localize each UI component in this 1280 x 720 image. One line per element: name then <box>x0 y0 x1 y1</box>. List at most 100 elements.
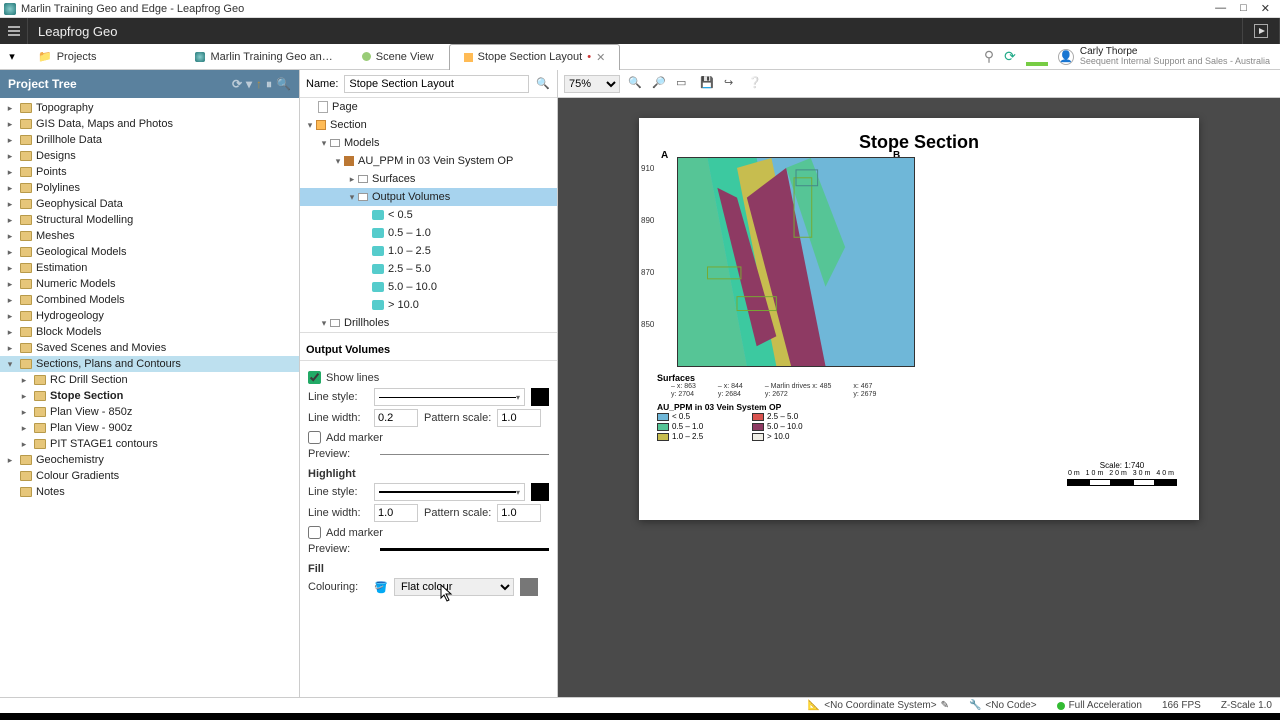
highlight-add-marker-checkbox[interactable]: Add marker <box>308 526 549 539</box>
tab-scene-view[interactable]: Scene View <box>348 44 449 70</box>
tree-item[interactable]: Notes <box>0 484 299 500</box>
tree-item[interactable]: ▸Structural Modelling <box>0 212 299 228</box>
zoom-out-icon[interactable]: 🔎 <box>652 76 668 92</box>
highlight-pattern-scale-input[interactable] <box>497 504 541 522</box>
chevron-icon[interactable]: ▸ <box>18 407 30 418</box>
outline-volume-item[interactable]: 2.5 – 5.0 <box>300 260 557 278</box>
tree-item[interactable]: ▸PIT STAGE1 contours <box>0 436 299 452</box>
colouring-select[interactable]: Flat colour <box>394 578 514 596</box>
tree-item[interactable]: ▸Geophysical Data <box>0 196 299 212</box>
project-tree[interactable]: ▸Topography▸GIS Data, Maps and Photos▸Dr… <box>0 98 299 697</box>
status-coord-system[interactable]: 📐<No Coordinate System>✎ <box>808 700 949 711</box>
tree-item[interactable]: ▸Drillhole Data <box>0 132 299 148</box>
line-width-input[interactable] <box>374 409 418 427</box>
search-icon[interactable]: 🔍 <box>535 76 551 92</box>
chevron-icon[interactable]: ▸ <box>4 119 16 130</box>
tree-item[interactable]: ▸Geochemistry <box>0 452 299 468</box>
status-zscale[interactable]: Z-Scale 1.0 <box>1221 700 1272 711</box>
chevron-icon[interactable]: ▸ <box>4 247 16 258</box>
tree-item[interactable]: ▸Numeric Models <box>0 276 299 292</box>
fit-icon[interactable]: ▭ <box>676 76 692 92</box>
refresh-icon[interactable]: ⟳ <box>232 77 242 91</box>
tree-item[interactable]: ▸Meshes <box>0 228 299 244</box>
outline-drillholes[interactable]: Drillholes <box>344 317 389 329</box>
hamburger-menu-button[interactable] <box>0 18 28 44</box>
play-button[interactable] <box>1242 18 1280 44</box>
fill-colour-swatch[interactable] <box>520 578 538 596</box>
tree-item[interactable]: ▸RC Drill Section <box>0 372 299 388</box>
chevron-icon[interactable]: ▸ <box>4 279 16 290</box>
zoom-in-icon[interactable]: 🔍 <box>628 76 644 92</box>
tree-item[interactable]: ▾Sections, Plans and Contours <box>0 356 299 372</box>
chevron-icon[interactable]: ▸ <box>18 375 30 386</box>
chevron-icon[interactable]: ▸ <box>4 263 16 274</box>
status-code[interactable]: 🔧<No Code> <box>969 700 1037 711</box>
outline-output-volumes[interactable]: ▾Output Volumes <box>300 188 557 206</box>
highlight-line-style-select[interactable]: ▾ <box>374 483 525 501</box>
outline-volume-item[interactable]: < 0.5 <box>300 206 557 224</box>
save-icon[interactable]: 💾 <box>700 76 716 92</box>
outline-surfaces[interactable]: Surfaces <box>372 173 415 185</box>
user-chip[interactable]: 👤 Carly Thorpe Seequent Internal Support… <box>1058 47 1270 67</box>
outline-au-model[interactable]: AU_PPM in 03 Vein System OP <box>358 155 513 167</box>
highlight-colour-swatch[interactable] <box>531 483 549 501</box>
tree-item[interactable]: ▸Combined Models <box>0 292 299 308</box>
tree-item[interactable]: ▸Estimation <box>0 260 299 276</box>
tree-item[interactable]: ▸Plan View - 900z <box>0 420 299 436</box>
outline-volume-item[interactable]: > 10.0 <box>300 296 557 314</box>
line-colour-swatch[interactable] <box>531 388 549 406</box>
pattern-scale-input[interactable] <box>497 409 541 427</box>
layout-outline[interactable]: Page ▾Section ▾Models ▾AU_PPM in 03 Vein… <box>300 98 557 340</box>
window-close-icon[interactable]: ✕ <box>1261 2 1270 15</box>
outline-models[interactable]: Models <box>344 137 379 149</box>
chevron-icon[interactable]: ▸ <box>4 455 16 466</box>
export-icon[interactable]: ↪ <box>724 76 740 92</box>
tree-item[interactable]: ▸Hydrogeology <box>0 308 299 324</box>
toolbar-icon-1[interactable]: ⚲ <box>984 48 994 65</box>
chevron-icon[interactable]: ▸ <box>4 311 16 322</box>
outline-volume-item[interactable]: 1.0 – 2.5 <box>300 242 557 260</box>
chevron-icon[interactable]: ▸ <box>4 327 16 338</box>
chevron-icon[interactable]: ▸ <box>4 183 16 194</box>
tree-item[interactable]: ▸Block Models <box>0 324 299 340</box>
tab-section-layout[interactable]: Stope Section Layout • ✕ <box>449 44 621 70</box>
tree-item[interactable]: ▸Stope Section <box>0 388 299 404</box>
line-style-select[interactable]: ▾ <box>374 388 525 406</box>
tree-item[interactable]: ▸Topography <box>0 100 299 116</box>
outline-section[interactable]: Section <box>330 119 367 131</box>
tree-item[interactable]: ▸Polylines <box>0 180 299 196</box>
chevron-down-icon[interactable]: ▾ <box>318 138 330 149</box>
chevron-icon[interactable]: ▸ <box>4 151 16 162</box>
chevron-icon[interactable]: ▸ <box>4 295 16 306</box>
toolbar-icon-2[interactable]: ⟳ <box>1004 48 1016 65</box>
tree-item[interactable]: ▸GIS Data, Maps and Photos <box>0 116 299 132</box>
outline-volume-item[interactable]: 5.0 – 10.0 <box>300 278 557 296</box>
chevron-icon[interactable]: ▾ <box>4 359 16 370</box>
chevron-icon[interactable]: ▸ <box>18 423 30 434</box>
tab-marlin[interactable]: Marlin Training Geo an… <box>181 44 347 70</box>
help-icon[interactable]: ❔ <box>748 76 764 92</box>
chevron-icon[interactable]: ▸ <box>18 391 30 402</box>
up-icon[interactable]: ↑ <box>256 77 262 91</box>
tree-item[interactable]: ▸Plan View - 850z <box>0 404 299 420</box>
chevron-down-icon[interactable]: ▾ <box>304 120 316 131</box>
chevron-icon[interactable]: ▸ <box>4 103 16 114</box>
tree-item[interactable]: ▸Geological Models <box>0 244 299 260</box>
edit-icon[interactable]: ✎ <box>941 700 949 711</box>
pause-icon[interactable]: ⏸ <box>266 77 272 92</box>
chevron-icon[interactable]: ▸ <box>4 199 16 210</box>
layout-name-input[interactable] <box>344 75 529 93</box>
dropdown-icon[interactable]: ▾ <box>246 77 252 91</box>
chevron-icon[interactable]: ▸ <box>18 439 30 450</box>
highlight-line-width-input[interactable] <box>374 504 418 522</box>
outline-page[interactable]: Page <box>332 101 358 113</box>
search-icon[interactable]: 🔍 <box>276 77 291 91</box>
tree-item[interactable]: ▸Points <box>0 164 299 180</box>
chevron-right-icon[interactable]: ▸ <box>346 174 358 185</box>
chevron-down-icon[interactable]: ▾ <box>346 192 358 203</box>
window-maximize-icon[interactable]: □ <box>1240 2 1247 15</box>
chevron-icon[interactable]: ▸ <box>4 215 16 226</box>
show-lines-checkbox[interactable]: Show lines <box>308 371 549 384</box>
add-marker-checkbox[interactable]: Add marker <box>308 431 549 444</box>
outline-volume-item[interactable]: 0.5 – 1.0 <box>300 224 557 242</box>
